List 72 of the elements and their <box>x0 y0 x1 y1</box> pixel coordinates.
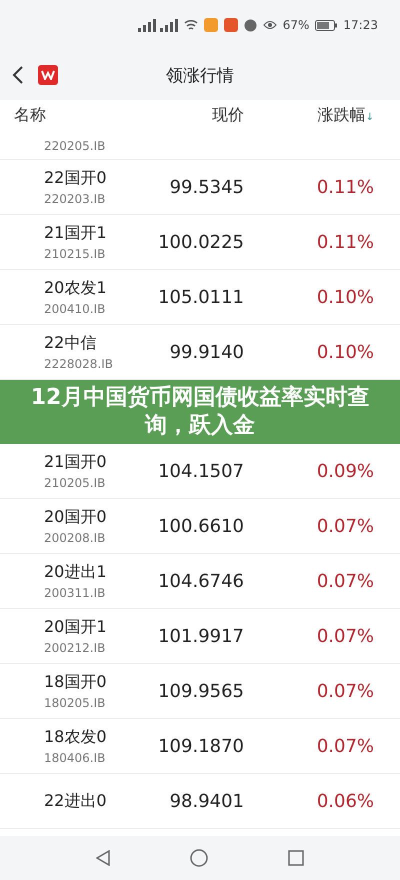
price: 101.9917 <box>158 626 244 646</box>
quote-row[interactable]: 21国开0 210205.IB 104.1507 0.09% <box>0 444 400 499</box>
bond-code: 180406.IB <box>44 751 106 765</box>
back-icon[interactable] <box>12 65 24 85</box>
price: 105.0111 <box>158 286 244 308</box>
bond-name: 18农发0 <box>44 727 108 748</box>
price: 100.0225 <box>158 232 244 252</box>
change-percent: 0.07% <box>316 736 374 756</box>
bond-code: 210215.IB <box>44 247 106 261</box>
bond-name: 22国开0 <box>44 168 108 189</box>
quote-row[interactable]: 21国开1 210215.IB 100.0225 0.11% <box>0 215 400 270</box>
price: 99.5345 <box>170 176 244 198</box>
page-title: 领涨行情 <box>165 64 235 86</box>
change-percent: 0.11% <box>316 232 374 252</box>
wifi-icon <box>184 19 198 31</box>
battery-icon <box>315 20 338 30</box>
change-percent: 0.06% <box>316 790 374 812</box>
eye-icon <box>262 20 277 30</box>
change-percent: 0.10% <box>316 342 374 362</box>
back-nav-icon[interactable] <box>96 850 110 866</box>
quote-row[interactable]: 20国开0 200208.IB 100.6610 0.07% <box>0 499 400 554</box>
battery-percent: 67% <box>282 18 310 32</box>
bond-code: 200212.IB <box>44 641 106 655</box>
bond-name: 20国开0 <box>44 507 108 528</box>
title-banner: 12月中国货币网国债收益率实时查询，跃入金 <box>0 380 400 444</box>
change-percent: 0.07% <box>316 680 374 702</box>
bond-code: 200311.IB <box>44 586 106 600</box>
change-percent: 0.11% <box>316 176 374 198</box>
price: 104.6746 <box>158 570 244 592</box>
column-header[interactable]: 涨跌幅↓ <box>318 104 374 126</box>
change-percent: 0.10% <box>316 286 374 308</box>
price: 99.9140 <box>170 342 244 362</box>
price: 109.1870 <box>158 736 244 756</box>
change-percent: 0.09% <box>316 460 374 482</box>
column-header: 现价 <box>212 104 244 126</box>
app-icon <box>224 18 238 32</box>
quote-row[interactable]: 22进出0 98.9401 0.06% <box>0 774 400 829</box>
bond-name: 20农发1 <box>44 278 108 299</box>
home-icon[interactable] <box>190 849 208 867</box>
bond-name: 20进出1 <box>44 562 108 583</box>
quote-row[interactable]: 18农发0 180406.IB 109.1870 0.07% <box>0 719 400 774</box>
bond-name: 18国开0 <box>44 672 108 693</box>
bond-code: 180205.IB <box>44 696 106 710</box>
quote-row[interactable]: 20进出1 200311.IB 104.6746 0.07% <box>0 554 400 609</box>
quote-row[interactable]: 18国开0 180205.IB 109.9565 0.07% <box>0 664 400 719</box>
bond-name: 22进出0 <box>44 790 108 812</box>
change-percent: 0.07% <box>316 570 374 592</box>
price: 109.9565 <box>158 680 244 702</box>
app-icon <box>204 18 218 32</box>
column-header: 名称 <box>14 104 46 126</box>
quote-row[interactable]: 20农发1 200410.IB 105.0111 0.10% <box>0 270 400 325</box>
price: 104.1507 <box>158 460 244 482</box>
bond-code: 200410.IB <box>44 302 106 316</box>
bond-name: 22中信 <box>44 333 98 354</box>
bond-name: 21国开0 <box>44 452 108 473</box>
bond-name: 20国开1 <box>44 617 108 638</box>
change-percent: 0.07% <box>316 516 374 536</box>
bond-name: 21国开1 <box>44 223 108 244</box>
price: 98.9401 <box>170 790 244 812</box>
bond-code: 210205.IB <box>44 476 106 490</box>
price: 100.6610 <box>158 516 244 536</box>
recents-icon[interactable] <box>288 850 304 866</box>
signal-icon <box>138 18 178 32</box>
bond-code: 220205.IB <box>44 139 106 153</box>
quote-row[interactable]: 22国开0 220203.IB 99.5345 0.11% <box>0 160 400 215</box>
change-percent: 0.07% <box>316 626 374 646</box>
clock-time: 17:23 <box>343 18 378 32</box>
bond-code: 220203.IB <box>44 192 106 206</box>
bond-code: 200208.IB <box>44 531 106 545</box>
bond-code: 2228028.IB <box>44 357 114 371</box>
quote-row[interactable]: 20国开1 200212.IB 101.9917 0.07% <box>0 609 400 664</box>
app-logo-icon <box>38 65 58 85</box>
